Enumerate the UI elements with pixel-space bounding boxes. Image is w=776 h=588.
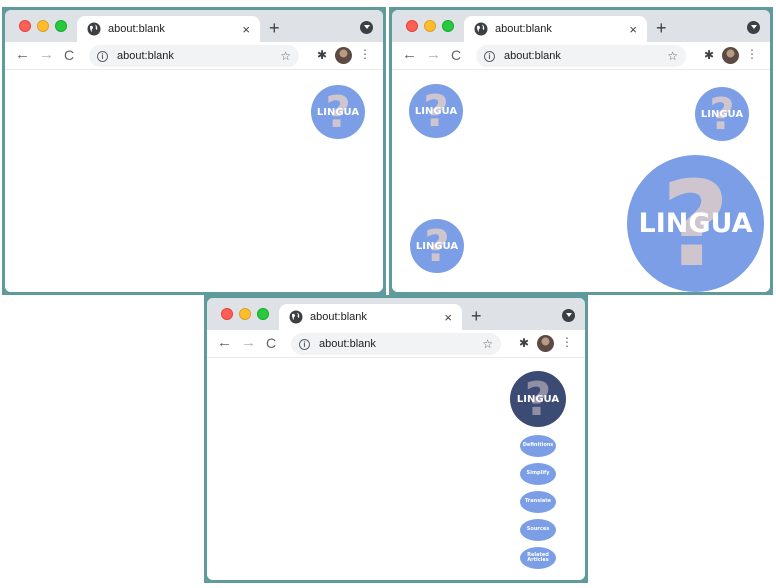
tab-close-icon[interactable]: × <box>242 23 250 36</box>
profile-avatar[interactable] <box>537 335 554 352</box>
info-icon[interactable]: i <box>97 50 108 62</box>
lingua-label: LINGUA <box>414 105 458 117</box>
browser-toolbar: ← → C i about:blank ☆ ✱ ⋮ <box>392 42 770 70</box>
sources-button[interactable]: Sources <box>520 519 556 541</box>
close-window-button[interactable] <box>406 20 418 32</box>
translate-button[interactable]: Translate <box>520 491 556 513</box>
zoom-window-button[interactable] <box>55 20 67 32</box>
bookmark-star-icon[interactable]: ☆ <box>667 49 678 63</box>
reload-icon[interactable]: C <box>451 48 461 62</box>
related-articles-button[interactable]: Related Articles <box>520 547 556 569</box>
tab-about-blank[interactable]: about:blank × <box>464 16 647 42</box>
window-controls <box>221 308 269 320</box>
info-icon[interactable]: i <box>299 338 310 350</box>
bookmark-star-icon[interactable]: ☆ <box>482 337 493 351</box>
tab-search-icon[interactable] <box>562 309 575 322</box>
url-text[interactable]: about:blank <box>319 338 482 350</box>
forward-icon[interactable]: → <box>426 47 441 62</box>
browser-window-2: about:blank × + ← → C i about:blank ☆ ✱ … <box>389 7 773 295</box>
lingua-button-bottom-left[interactable]: ? LINGUA <box>410 219 464 273</box>
lingua-label: LINGUA <box>415 240 459 252</box>
extensions-icon[interactable]: ✱ <box>704 48 714 62</box>
close-window-button[interactable] <box>19 20 31 32</box>
extensions-icon[interactable]: ✱ <box>317 48 327 62</box>
zoom-window-button[interactable] <box>442 20 454 32</box>
page-content: ? LINGUA <box>5 71 383 292</box>
tab-title: about:blank <box>108 23 165 35</box>
minimize-window-button[interactable] <box>424 20 436 32</box>
profile-avatar[interactable] <box>335 47 352 64</box>
tab-search-icon[interactable] <box>360 21 373 34</box>
lingua-button[interactable]: ? LINGUA <box>311 85 365 139</box>
lingua-label: LINGUA <box>700 108 744 120</box>
page-content: ? LINGUA Definitions Simplify Translate … <box>207 359 585 580</box>
tab-title: about:blank <box>495 23 552 35</box>
lingua-button-large[interactable]: ? LINGUA <box>627 155 764 292</box>
tab-close-icon[interactable]: × <box>629 23 637 36</box>
tab-close-icon[interactable]: × <box>444 311 452 324</box>
lingua-button-active[interactable]: ? LINGUA <box>510 371 566 427</box>
globe-icon <box>289 310 303 324</box>
reload-icon[interactable]: C <box>266 336 276 350</box>
lingua-button-top-left[interactable]: ? LINGUA <box>409 84 463 138</box>
globe-icon <box>87 22 101 36</box>
simplify-button[interactable]: Simplify <box>520 463 556 485</box>
lingua-button-top-right[interactable]: ? LINGUA <box>695 87 749 141</box>
lingua-label: LINGUA <box>316 106 360 118</box>
browser-toolbar: ← → C i about:blank ☆ ✱ ⋮ <box>207 330 585 358</box>
info-icon[interactable]: i <box>484 50 495 62</box>
tab-about-blank[interactable]: about:blank × <box>77 16 260 42</box>
lingua-label: LINGUA <box>516 393 560 405</box>
forward-icon[interactable]: → <box>39 47 54 62</box>
bookmark-star-icon[interactable]: ☆ <box>280 49 291 63</box>
forward-icon[interactable]: → <box>241 335 256 350</box>
tab-title: about:blank <box>310 311 367 323</box>
address-bar[interactable]: i about:blank ☆ <box>89 45 299 67</box>
address-bar[interactable]: i about:blank ☆ <box>476 45 686 67</box>
page-content: ? LINGUA ? LINGUA ? LINGUA ? LINGUA <box>392 71 770 292</box>
definitions-button[interactable]: Definitions <box>520 435 556 457</box>
minimize-window-button[interactable] <box>239 308 251 320</box>
tab-strip: about:blank × + <box>5 10 383 42</box>
window-controls <box>406 20 454 32</box>
menu-icon[interactable]: ⋮ <box>561 336 573 348</box>
browser-toolbar: ← → C i about:blank ☆ ✱ ⋮ <box>5 42 383 70</box>
new-tab-button[interactable]: + <box>269 19 280 37</box>
address-bar[interactable]: i about:blank ☆ <box>291 333 501 355</box>
globe-icon <box>474 22 488 36</box>
lingua-label: LINGUA <box>638 208 753 239</box>
minimize-window-button[interactable] <box>37 20 49 32</box>
tab-strip: about:blank × + <box>392 10 770 42</box>
new-tab-button[interactable]: + <box>471 307 482 325</box>
new-tab-button[interactable]: + <box>656 19 667 37</box>
back-icon[interactable]: ← <box>217 335 232 350</box>
extensions-icon[interactable]: ✱ <box>519 336 529 350</box>
url-text[interactable]: about:blank <box>504 50 667 62</box>
back-icon[interactable]: ← <box>15 47 30 62</box>
url-text[interactable]: about:blank <box>117 50 280 62</box>
profile-avatar[interactable] <box>722 47 739 64</box>
browser-window-3: about:blank × + ← → C i about:blank ☆ ✱ … <box>204 295 588 583</box>
menu-icon[interactable]: ⋮ <box>746 48 758 60</box>
reload-icon[interactable]: C <box>64 48 74 62</box>
tab-strip: about:blank × + <box>207 298 585 330</box>
zoom-window-button[interactable] <box>257 308 269 320</box>
close-window-button[interactable] <box>221 308 233 320</box>
tab-about-blank[interactable]: about:blank × <box>279 304 462 330</box>
menu-icon[interactable]: ⋮ <box>359 48 371 60</box>
browser-window-1: about:blank × + ← → C i about:blank ☆ ✱ … <box>2 7 386 295</box>
window-controls <box>19 20 67 32</box>
tab-search-icon[interactable] <box>747 21 760 34</box>
back-icon[interactable]: ← <box>402 47 417 62</box>
